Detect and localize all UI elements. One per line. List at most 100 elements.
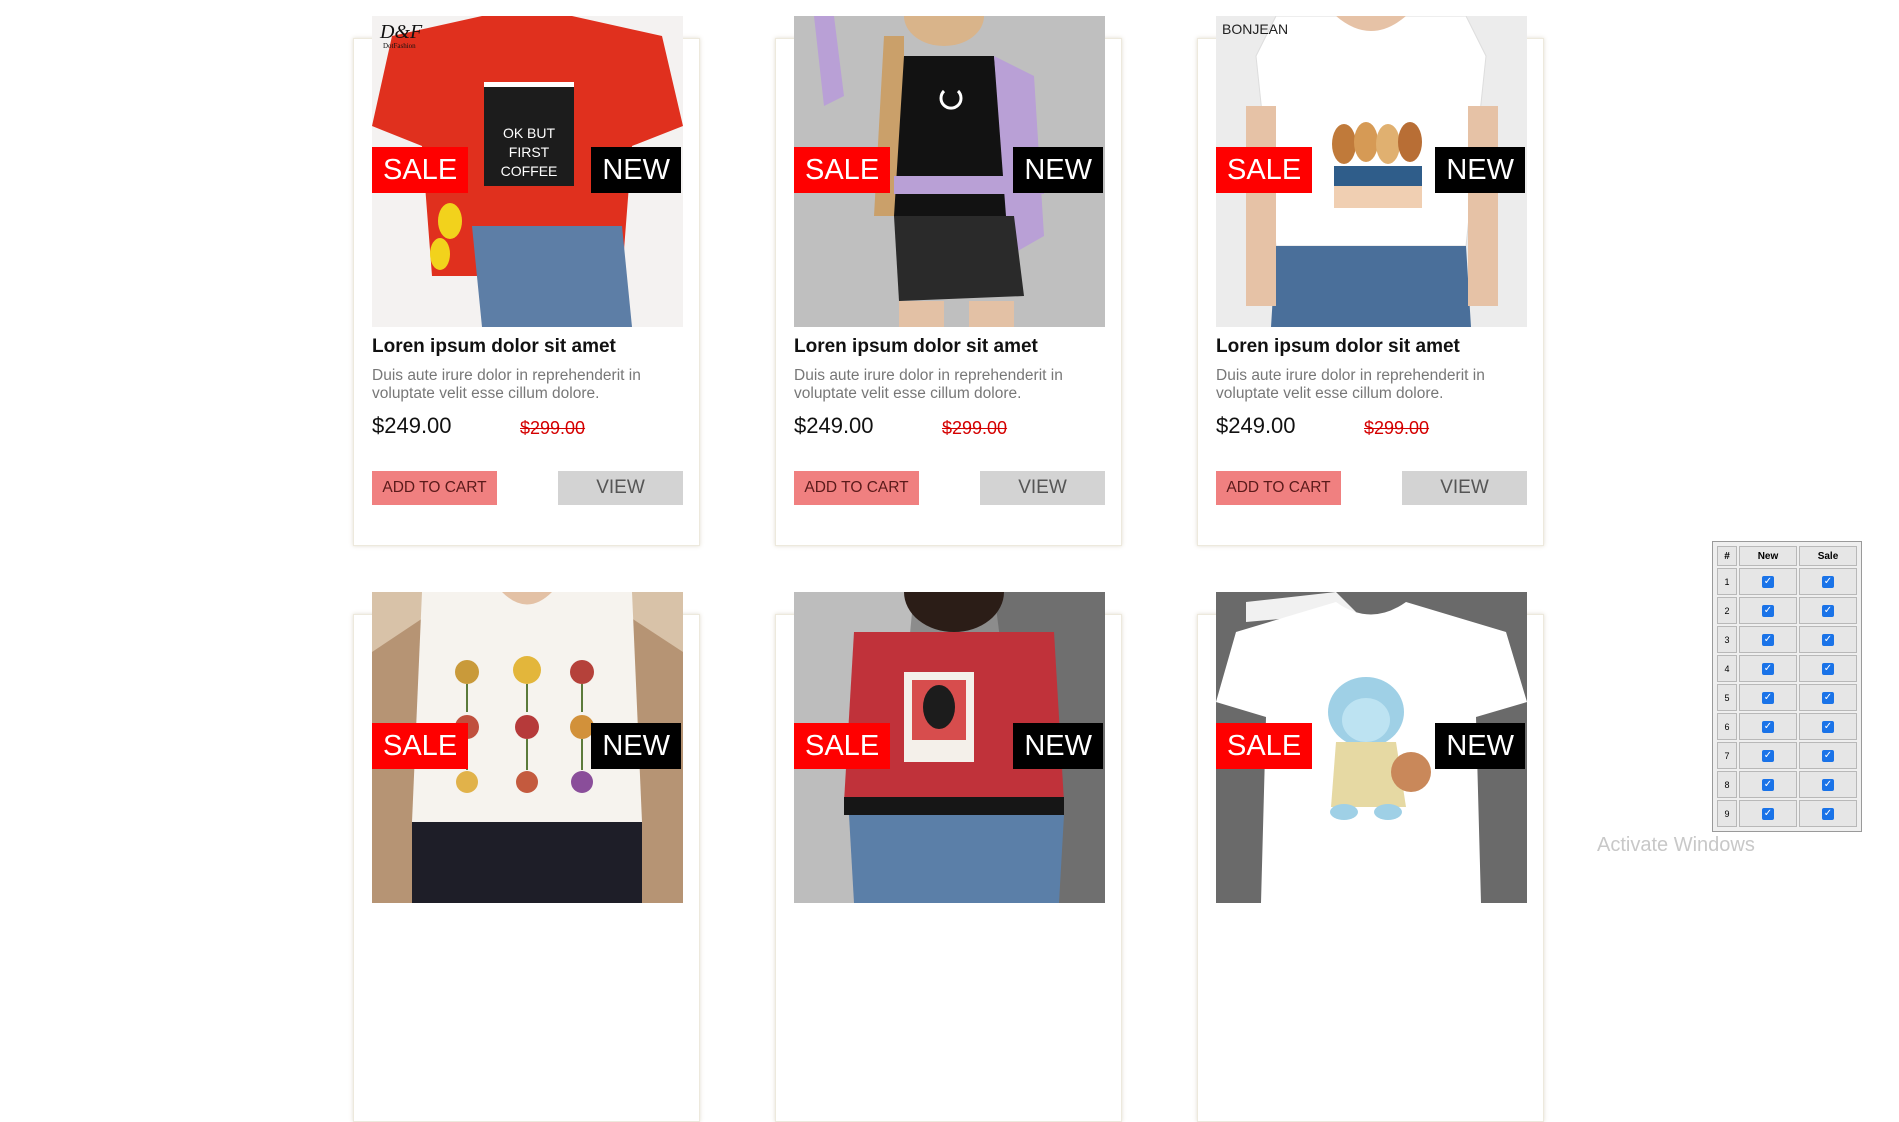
new-checkbox-cell: ✓ xyxy=(1739,800,1797,827)
new-checkbox-cell: ✓ xyxy=(1739,713,1797,740)
column-header-new: New xyxy=(1739,546,1797,566)
sale-checkbox[interactable]: ✓ xyxy=(1821,720,1834,733)
sale-badge: SALE xyxy=(372,147,469,193)
sale-badge: SALE xyxy=(794,147,891,193)
new-checkbox[interactable]: ✓ xyxy=(1761,691,1774,704)
control-row: 6 ✓ ✓ xyxy=(1717,713,1857,740)
new-checkbox-cell: ✓ xyxy=(1739,597,1797,624)
svg-text:DotFashion: DotFashion xyxy=(383,42,416,50)
product-title[interactable]: Loren ipsum dolor sit amet xyxy=(372,336,616,358)
new-checkbox[interactable]: ✓ xyxy=(1761,633,1774,646)
product-card: OK BUT FIRST COFFEE D&F DotFashion SALE … xyxy=(353,16,700,546)
new-checkbox-cell: ✓ xyxy=(1739,684,1797,711)
row-index: 9 xyxy=(1717,800,1737,827)
new-checkbox-cell: ✓ xyxy=(1739,655,1797,682)
sale-badge: SALE xyxy=(794,723,891,769)
sale-badge: SALE xyxy=(1216,723,1313,769)
activate-windows-watermark: Activate Windows xyxy=(1597,834,1755,856)
sale-checkbox-cell: ✓ xyxy=(1798,684,1857,711)
product-old-price: $299.00 xyxy=(1364,418,1430,438)
sale-checkbox-cell: ✓ xyxy=(1798,771,1857,798)
add-to-cart-button[interactable]: ADD TO CART xyxy=(794,471,919,505)
sale-checkbox-cell: ✓ xyxy=(1798,800,1857,827)
sale-checkbox-cell: ✓ xyxy=(1798,713,1857,740)
view-button[interactable]: VIEW xyxy=(980,471,1105,505)
sale-checkbox[interactable]: ✓ xyxy=(1821,807,1834,820)
new-checkbox-cell: ✓ xyxy=(1739,771,1797,798)
svg-text:COFFEE: COFFEE xyxy=(501,163,558,179)
control-row: 5 ✓ ✓ xyxy=(1717,684,1857,711)
column-header-index: # xyxy=(1717,546,1737,566)
product-title[interactable]: Loren ipsum dolor sit amet xyxy=(1216,336,1460,358)
new-checkbox-cell: ✓ xyxy=(1739,626,1797,653)
sale-checkbox[interactable]: ✓ xyxy=(1821,691,1834,704)
new-checkbox[interactable]: ✓ xyxy=(1761,778,1774,791)
new-checkbox[interactable]: ✓ xyxy=(1761,749,1774,762)
new-checkbox[interactable]: ✓ xyxy=(1761,720,1774,733)
control-row: 4 ✓ ✓ xyxy=(1717,655,1857,682)
product-old-price: $299.00 xyxy=(942,418,1008,438)
product-card: SALE NEW xyxy=(353,592,700,1122)
view-button[interactable]: VIEW xyxy=(1402,471,1527,505)
sale-checkbox-cell: ✓ xyxy=(1798,626,1857,653)
sale-checkbox[interactable]: ✓ xyxy=(1821,778,1834,791)
new-checkbox[interactable]: ✓ xyxy=(1761,662,1774,675)
control-row: 1 ✓ ✓ xyxy=(1717,568,1857,595)
sale-checkbox[interactable]: ✓ xyxy=(1821,604,1834,617)
control-row: 8 ✓ ✓ xyxy=(1717,771,1857,798)
new-checkbox-cell: ✓ xyxy=(1739,742,1797,769)
control-row: 9 ✓ ✓ xyxy=(1717,800,1857,827)
badge-control-table: # New Sale 1 ✓ ✓ 2 ✓ ✓ 3 ✓ ✓ 4 ✓ ✓ 5 ✓ ✓ 6 ✓ ✓ 7 ✓ ✓ 8 ✓ ✓ 9 ✓ ✓ xyxy=(1715,544,1859,829)
new-badge: NEW xyxy=(1013,723,1103,769)
badge-control-panel: # New Sale 1 ✓ ✓ 2 ✓ ✓ 3 ✓ ✓ 4 ✓ ✓ 5 ✓ ✓ 6 ✓ ✓ 7 ✓ ✓ 8 ✓ ✓ 9 ✓ ✓ xyxy=(1712,541,1862,832)
svg-text:FIRST: FIRST xyxy=(509,144,550,160)
control-row: 7 ✓ ✓ xyxy=(1717,742,1857,769)
sale-checkbox-cell: ✓ xyxy=(1798,742,1857,769)
view-button[interactable]: VIEW xyxy=(558,471,683,505)
new-checkbox[interactable]: ✓ xyxy=(1761,807,1774,820)
new-badge: NEW xyxy=(1435,723,1525,769)
product-price: $249.00 xyxy=(794,413,874,438)
product-title[interactable]: Loren ipsum dolor sit amet xyxy=(794,336,1038,358)
sale-badge: SALE xyxy=(372,723,469,769)
sale-badge: SALE xyxy=(1216,147,1313,193)
row-index: 6 xyxy=(1717,713,1737,740)
sale-checkbox[interactable]: ✓ xyxy=(1821,749,1834,762)
product-price: $249.00 xyxy=(1216,413,1296,438)
new-badge: NEW xyxy=(591,723,681,769)
product-description: Duis aute irure dolor in reprehenderit i… xyxy=(1216,367,1485,402)
product-card: BONJEAN SALE NEW Loren ipsum dolor sit a… xyxy=(1197,16,1544,546)
control-row: 2 ✓ ✓ xyxy=(1717,597,1857,624)
product-description: Duis aute irure dolor in reprehenderit i… xyxy=(372,367,641,402)
control-row: 3 ✓ ✓ xyxy=(1717,626,1857,653)
sale-checkbox[interactable]: ✓ xyxy=(1821,662,1834,675)
add-to-cart-button[interactable]: ADD TO CART xyxy=(1216,471,1341,505)
brand-logo: BONJEAN xyxy=(1222,21,1288,37)
row-index: 5 xyxy=(1717,684,1737,711)
new-checkbox[interactable]: ✓ xyxy=(1761,604,1774,617)
product-grid: OK BUT FIRST COFFEE D&F DotFashion SALE … xyxy=(0,0,1899,1122)
column-header-sale: Sale xyxy=(1798,546,1857,566)
product-card: SALE NEW xyxy=(775,592,1122,1122)
product-price: $249.00 xyxy=(372,413,452,438)
new-badge: NEW xyxy=(1013,147,1103,193)
sale-checkbox-cell: ✓ xyxy=(1798,568,1857,595)
sale-checkbox-cell: ✓ xyxy=(1798,655,1857,682)
sale-checkbox[interactable]: ✓ xyxy=(1821,633,1834,646)
new-badge: NEW xyxy=(591,147,681,193)
new-checkbox-cell: ✓ xyxy=(1739,568,1797,595)
add-to-cart-button[interactable]: ADD TO CART xyxy=(372,471,497,505)
sale-checkbox-cell: ✓ xyxy=(1798,597,1857,624)
new-badge: NEW xyxy=(1435,147,1525,193)
brand-logo: D&F xyxy=(379,21,423,43)
row-index: 2 xyxy=(1717,597,1737,624)
row-index: 1 xyxy=(1717,568,1737,595)
sale-checkbox[interactable]: ✓ xyxy=(1821,575,1834,588)
row-index: 4 xyxy=(1717,655,1737,682)
new-checkbox[interactable]: ✓ xyxy=(1761,575,1774,588)
row-index: 8 xyxy=(1717,771,1737,798)
product-card: SALE NEW xyxy=(1197,592,1544,1122)
shirt-print-text: OK BUT xyxy=(503,125,556,141)
row-index: 7 xyxy=(1717,742,1737,769)
product-old-price: $299.00 xyxy=(520,418,586,438)
